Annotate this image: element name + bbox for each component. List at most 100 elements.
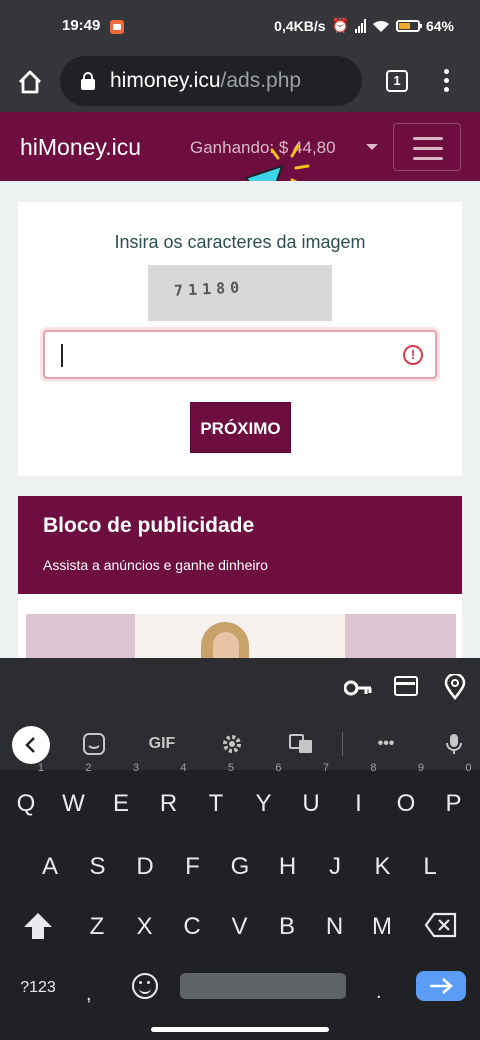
key-label: W <box>62 790 85 817</box>
comma-key[interactable]: , <box>86 983 92 1006</box>
autofill-bar <box>0 658 480 718</box>
on-screen-keyboard: GIF ••• Q1W2E3R4T5Y6U7I8O9P0 ASDFGHJKL Z… <box>0 658 480 1040</box>
key-z[interactable]: Z <box>75 901 119 953</box>
emoji-icon[interactable] <box>132 973 158 999</box>
symbols-key[interactable]: ?123 <box>0 979 76 997</box>
toolbar-divider <box>342 732 343 756</box>
key-hint: 4 <box>180 762 187 774</box>
key-c[interactable]: C <box>170 901 214 953</box>
key-x[interactable]: X <box>123 901 167 953</box>
key-i[interactable]: I8 <box>337 762 381 830</box>
key-b[interactable]: B <box>265 901 309 953</box>
page-content: Insira os caracteres da imagem 71180 ! P… <box>0 181 480 658</box>
key-label: Y <box>255 790 272 817</box>
key-o[interactable]: O9 <box>384 762 428 830</box>
keyboard-toolbar: GIF ••• <box>0 718 480 770</box>
key-row-1: Q1W2E3R4T5Y6U7I8O9P0 <box>0 762 480 838</box>
more-options-icon[interactable]: ••• <box>373 731 399 757</box>
settings-gear-icon[interactable] <box>219 731 245 757</box>
ads-block-header: Bloco de publicidade Assista a anúncios … <box>18 496 462 594</box>
key-t[interactable]: T5 <box>194 762 238 830</box>
key-hint: 0 <box>465 762 472 774</box>
ad-list <box>18 594 462 658</box>
ads-block-title: Bloco de publicidade <box>43 514 255 537</box>
key-hint: 9 <box>417 762 424 774</box>
site-logo[interactable]: hiMoney.icu <box>20 134 141 161</box>
signal-icon <box>354 18 366 33</box>
enter-key[interactable] <box>416 971 466 1001</box>
status-bar: 19:49 0,4KB/s ⏰ 64% <box>0 0 480 52</box>
key-label: P <box>445 790 462 817</box>
captcha-title: Insira os caracteres da imagem <box>114 232 366 252</box>
key-f[interactable]: F <box>171 841 215 893</box>
chevron-down-icon[interactable] <box>366 144 378 150</box>
key-label: E <box>112 790 129 817</box>
key-u[interactable]: U7 <box>289 762 333 830</box>
key-hint: 6 <box>275 762 282 774</box>
lock-icon <box>81 72 95 90</box>
key-label: I <box>355 790 362 817</box>
error-icon: ! <box>403 345 423 365</box>
key-row-4: ?123 , . <box>0 971 480 1011</box>
url-host: himoney.icu <box>110 69 221 92</box>
key-hint: 2 <box>85 762 92 774</box>
browser-menu-icon[interactable] <box>440 69 452 95</box>
period-key[interactable]: . <box>376 981 382 1004</box>
arrow-right-icon <box>430 978 453 994</box>
translate-icon[interactable] <box>288 731 314 757</box>
tab-switcher-button[interactable]: 1 <box>386 70 408 92</box>
key-r[interactable]: R4 <box>147 762 191 830</box>
text-cursor <box>61 344 63 367</box>
key-a[interactable]: A <box>28 841 72 893</box>
key-s[interactable]: S <box>76 841 120 893</box>
captcha-input[interactable]: ! <box>43 330 437 379</box>
key-j[interactable]: J <box>313 841 357 893</box>
key-v[interactable]: V <box>218 901 262 953</box>
key-hint: 8 <box>370 762 377 774</box>
key-g[interactable]: G <box>218 841 262 893</box>
sticker-icon[interactable] <box>81 731 107 757</box>
home-icon[interactable] <box>16 68 44 96</box>
gesture-nav-handle[interactable] <box>151 1027 329 1032</box>
battery-percent: 64% <box>425 17 454 34</box>
ad-photo[interactable] <box>135 614 345 658</box>
payment-card-icon[interactable] <box>394 676 418 696</box>
browser-toolbar: himoney.icu/ads.php 1 <box>0 52 480 112</box>
alarm-icon: ⏰ <box>331 17 349 33</box>
key-d[interactable]: D <box>123 841 167 893</box>
password-key-icon[interactable] <box>344 678 372 698</box>
status-indicators: 0,4KB/s ⏰ 64% <box>274 17 454 34</box>
key-y[interactable]: Y6 <box>242 762 286 830</box>
key-n[interactable]: N <box>313 901 357 953</box>
location-pin-icon[interactable] <box>444 674 466 700</box>
microphone-icon[interactable] <box>441 731 467 757</box>
shift-icon[interactable] <box>18 907 58 947</box>
key-e[interactable]: E3 <box>99 762 143 830</box>
key-m[interactable]: M <box>360 901 404 953</box>
backspace-icon[interactable] <box>424 911 458 939</box>
next-button[interactable]: PRÓXIMO <box>190 402 291 453</box>
gif-button[interactable]: GIF <box>146 731 178 757</box>
key-w[interactable]: W2 <box>52 762 96 830</box>
key-hint: 7 <box>322 762 329 774</box>
key-label: U <box>302 790 320 817</box>
hamburger-menu-button[interactable] <box>393 123 461 171</box>
space-bar[interactable] <box>180 973 346 999</box>
key-k[interactable]: K <box>361 841 405 893</box>
battery-icon <box>395 19 422 32</box>
key-hint: 1 <box>37 762 44 774</box>
key-p[interactable]: P0 <box>432 762 476 830</box>
key-q[interactable]: Q1 <box>4 762 48 830</box>
key-h[interactable]: H <box>266 841 310 893</box>
key-l[interactable]: L <box>408 841 452 893</box>
captcha-code: 71180 <box>173 278 245 300</box>
key-row-2: ASDFGHJKL <box>0 841 480 901</box>
wifi-icon <box>372 20 389 32</box>
collapse-toolbar-button[interactable] <box>12 726 50 764</box>
key-row-3: ZXCVBNM <box>0 901 480 961</box>
address-bar[interactable]: himoney.icu/ads.php <box>60 56 362 106</box>
battery-level <box>398 22 411 29</box>
key-label: T <box>208 790 224 817</box>
captcha-card: Insira os caracteres da imagem 71180 ! P… <box>18 202 462 476</box>
key-label: Q <box>16 790 36 817</box>
